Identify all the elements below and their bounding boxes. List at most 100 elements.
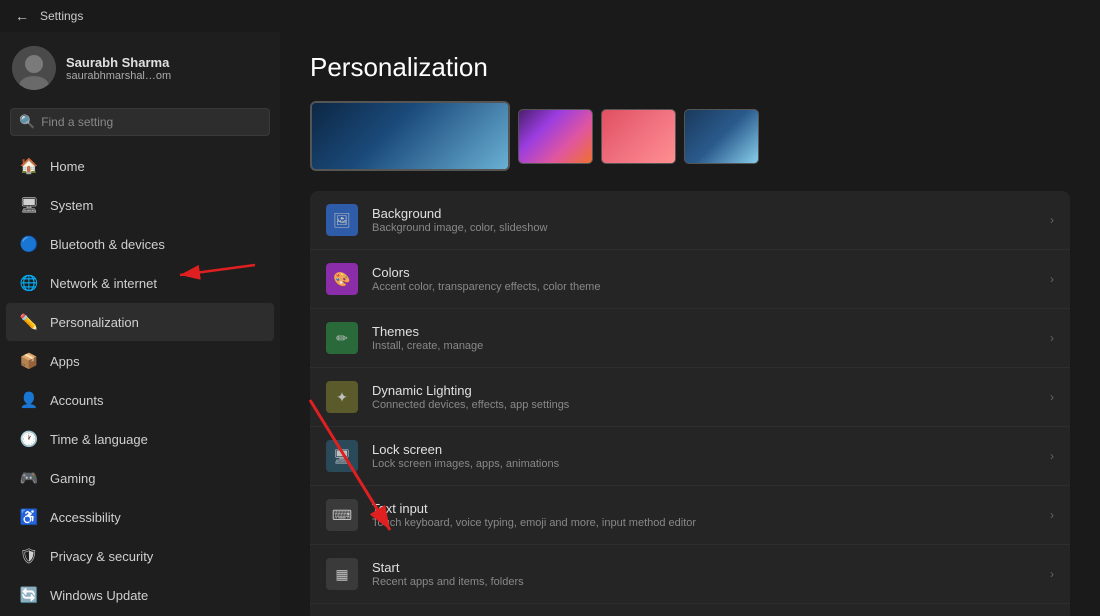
sidebar-item-windows-update[interactable]: 🔄 Windows Update bbox=[6, 576, 274, 614]
sidebar-item-label-accessibility: Accessibility bbox=[50, 510, 121, 525]
title-bar-label: Settings bbox=[40, 9, 83, 23]
nav-list: 🏠 Home 🖥 System 🔵 Bluetooth & devices 🌐 … bbox=[0, 146, 280, 615]
wallpaper-main-inner bbox=[312, 103, 508, 169]
sidebar-item-label-network: Network & internet bbox=[50, 276, 157, 291]
sidebar-item-system[interactable]: 🖥 System bbox=[6, 186, 274, 224]
privacy-icon: 🛡 bbox=[18, 545, 40, 567]
sidebar-item-label-apps: Apps bbox=[50, 354, 80, 369]
lock-screen-icon: 🖥 bbox=[326, 440, 358, 472]
sidebar-item-home[interactable]: 🏠 Home bbox=[6, 147, 274, 185]
apps-icon: 📦 bbox=[18, 350, 40, 372]
main-layout: Saurabh Sharma saurabhmarshal…om 🔍 🏠 Hom… bbox=[0, 32, 1100, 616]
text-input-chevron: › bbox=[1050, 508, 1054, 522]
start-text: Start Recent apps and items, folders bbox=[372, 560, 1050, 588]
lock-screen-chevron: › bbox=[1050, 449, 1054, 463]
settings-item-taskbar[interactable]: ▬ Taskbar Taskbar behaviors, system pins… bbox=[310, 604, 1070, 616]
title-bar: ← Settings bbox=[0, 0, 1100, 32]
background-icon: 🖼 bbox=[326, 204, 358, 236]
home-icon: 🏠 bbox=[18, 155, 40, 177]
lock-screen-text: Lock screen Lock screen images, apps, an… bbox=[372, 442, 1050, 470]
dynamic-lighting-desc: Connected devices, effects, app settings bbox=[372, 399, 1050, 411]
dynamic-lighting-text: Dynamic Lighting Connected devices, effe… bbox=[372, 383, 1050, 411]
back-button[interactable]: ← bbox=[12, 6, 32, 26]
colors-icon: 🎨 bbox=[326, 263, 358, 295]
wallpaper-main[interactable] bbox=[310, 101, 510, 171]
background-desc: Background image, color, slideshow bbox=[372, 222, 1050, 234]
sidebar-item-apps[interactable]: 📦 Apps bbox=[6, 342, 274, 380]
wallpaper-thumb-1[interactable] bbox=[518, 109, 593, 164]
user-info: Saurabh Sharma saurabhmarshal…om bbox=[66, 55, 171, 82]
settings-item-text-input[interactable]: ⌨ Text input Touch keyboard, voice typin… bbox=[310, 486, 1070, 545]
start-title: Start bbox=[372, 560, 1050, 575]
background-title: Background bbox=[372, 206, 1050, 221]
wallpaper-previews bbox=[310, 101, 1070, 171]
search-input[interactable] bbox=[41, 115, 261, 129]
user-profile[interactable]: Saurabh Sharma saurabhmarshal…om bbox=[0, 32, 280, 104]
wallpaper-thumb-2[interactable] bbox=[601, 109, 676, 164]
sidebar-item-personalization[interactable]: ✏️ Personalization bbox=[6, 303, 274, 341]
colors-title: Colors bbox=[372, 265, 1050, 280]
wallpaper-thumb-3[interactable] bbox=[684, 109, 759, 164]
dynamic-lighting-icon: ✦ bbox=[326, 381, 358, 413]
sidebar-item-label-gaming: Gaming bbox=[50, 471, 96, 486]
search-container: 🔍 bbox=[0, 104, 280, 146]
page-title: Personalization bbox=[310, 52, 1070, 83]
bluetooth-icon: 🔵 bbox=[18, 233, 40, 255]
start-desc: Recent apps and items, folders bbox=[372, 576, 1050, 588]
text-input-title: Text input bbox=[372, 501, 1050, 516]
network-icon: 🌐 bbox=[18, 272, 40, 294]
search-icon: 🔍 bbox=[19, 114, 35, 130]
themes-text: Themes Install, create, manage bbox=[372, 324, 1050, 352]
colors-chevron: › bbox=[1050, 272, 1054, 286]
gaming-icon: 🎮 bbox=[18, 467, 40, 489]
accounts-icon: 👤 bbox=[18, 389, 40, 411]
dynamic-lighting-title: Dynamic Lighting bbox=[372, 383, 1050, 398]
themes-icon: ✏ bbox=[326, 322, 358, 354]
avatar bbox=[12, 46, 56, 90]
start-chevron: › bbox=[1050, 567, 1054, 581]
system-icon: 🖥 bbox=[18, 194, 40, 216]
sidebar-item-accessibility[interactable]: ♿ Accessibility bbox=[6, 498, 274, 536]
sidebar-item-accounts[interactable]: 👤 Accounts bbox=[6, 381, 274, 419]
sidebar-item-label-accounts: Accounts bbox=[50, 393, 103, 408]
lock-screen-title: Lock screen bbox=[372, 442, 1050, 457]
settings-list: 🖼 Background Background image, color, sl… bbox=[310, 191, 1070, 616]
themes-chevron: › bbox=[1050, 331, 1054, 345]
sidebar-item-label-bluetooth: Bluetooth & devices bbox=[50, 237, 165, 252]
sidebar-item-network[interactable]: 🌐 Network & internet bbox=[6, 264, 274, 302]
background-text: Background Background image, color, slid… bbox=[372, 206, 1050, 234]
personalization-icon: ✏️ bbox=[18, 311, 40, 333]
sidebar-item-label-system: System bbox=[50, 198, 93, 213]
windows-update-icon: 🔄 bbox=[18, 584, 40, 606]
text-input-icon: ⌨ bbox=[326, 499, 358, 531]
lock-screen-desc: Lock screen images, apps, animations bbox=[372, 458, 1050, 470]
sidebar-item-privacy[interactable]: 🛡 Privacy & security bbox=[6, 537, 274, 575]
colors-desc: Accent color, transparency effects, colo… bbox=[372, 281, 1050, 293]
sidebar-item-label-privacy: Privacy & security bbox=[50, 549, 153, 564]
sidebar-item-label-home: Home bbox=[50, 159, 85, 174]
colors-text: Colors Accent color, transparency effect… bbox=[372, 265, 1050, 293]
sidebar-item-label-personalization: Personalization bbox=[50, 315, 139, 330]
start-icon: ▦ bbox=[326, 558, 358, 590]
content-area: Personalization 🖼 Background Background … bbox=[280, 32, 1100, 616]
settings-item-background[interactable]: 🖼 Background Background image, color, sl… bbox=[310, 191, 1070, 250]
sidebar-item-label-time: Time & language bbox=[50, 432, 148, 447]
sidebar-item-label-windows-update: Windows Update bbox=[50, 588, 148, 603]
background-chevron: › bbox=[1050, 213, 1054, 227]
text-input-desc: Touch keyboard, voice typing, emoji and … bbox=[372, 517, 1050, 529]
time-icon: 🕐 bbox=[18, 428, 40, 450]
sidebar-item-gaming[interactable]: 🎮 Gaming bbox=[6, 459, 274, 497]
settings-item-dynamic-lighting[interactable]: ✦ Dynamic Lighting Connected devices, ef… bbox=[310, 368, 1070, 427]
accessibility-icon: ♿ bbox=[18, 506, 40, 528]
settings-item-colors[interactable]: 🎨 Colors Accent color, transparency effe… bbox=[310, 250, 1070, 309]
user-name: Saurabh Sharma bbox=[66, 55, 171, 70]
settings-item-themes[interactable]: ✏ Themes Install, create, manage › bbox=[310, 309, 1070, 368]
settings-item-start[interactable]: ▦ Start Recent apps and items, folders › bbox=[310, 545, 1070, 604]
sidebar-item-bluetooth[interactable]: 🔵 Bluetooth & devices bbox=[6, 225, 274, 263]
themes-title: Themes bbox=[372, 324, 1050, 339]
sidebar-item-time[interactable]: 🕐 Time & language bbox=[6, 420, 274, 458]
settings-item-lock-screen[interactable]: 🖥 Lock screen Lock screen images, apps, … bbox=[310, 427, 1070, 486]
search-box: 🔍 bbox=[10, 108, 270, 136]
dynamic-lighting-chevron: › bbox=[1050, 390, 1054, 404]
text-input-text: Text input Touch keyboard, voice typing,… bbox=[372, 501, 1050, 529]
